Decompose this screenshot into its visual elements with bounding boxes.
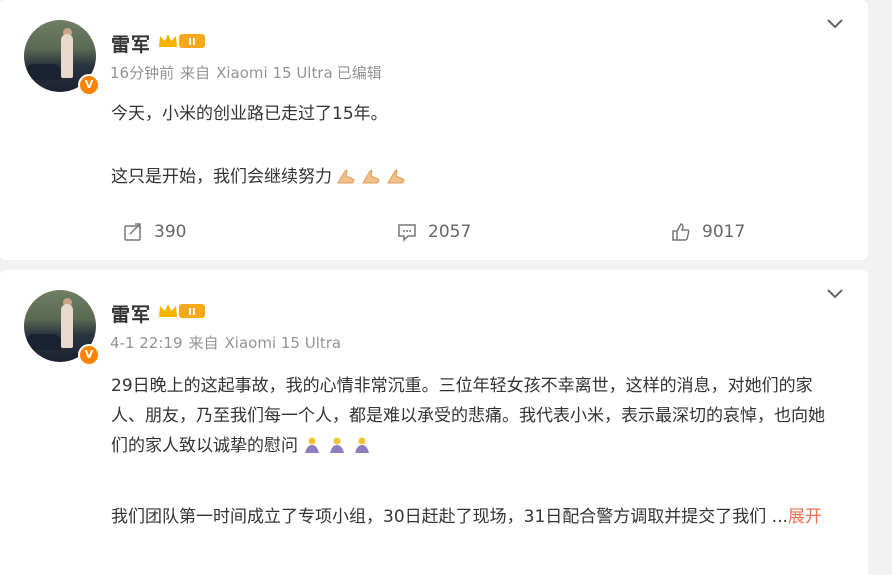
post-text-para-2: 我们团队第一时间成立了专项小组，30日赶赴了现场，31日配合警方调取并提交了我们… [111, 502, 841, 532]
repost-button[interactable]: 390 [122, 218, 186, 246]
thumbs-up-icon [672, 223, 690, 241]
post-text: 我们团队第一时间成立了专项小组，30日赶赴了现场，31日配合警方调取并提交了我们… [111, 507, 788, 527]
author-name[interactable]: 雷军 [111, 30, 151, 57]
source-device[interactable]: Xiaomi 15 Ultra [216, 64, 333, 82]
folded-hands-emoji [337, 169, 355, 184]
post-time[interactable]: 4-1 22:19 [110, 334, 183, 352]
avatar-person [61, 304, 73, 348]
pray-emoji [305, 437, 319, 453]
post-meta: 16分钟前 来自 Xiaomi 15 Ultra 已编辑 [110, 62, 388, 83]
avatar-car [26, 64, 62, 80]
source-device[interactable]: Xiaomi 15 Ultra [225, 334, 342, 352]
chevron-down-icon[interactable] [826, 18, 844, 30]
edited-label[interactable]: 已编辑 [337, 64, 382, 82]
comment-count: 2057 [428, 222, 472, 242]
like-count: 9017 [702, 222, 746, 242]
source-prefix: 来自 [188, 334, 219, 352]
repost-count: 390 [154, 222, 187, 242]
avatar-person [61, 34, 73, 78]
post-text: 这只是开始，我们会继续努力 [111, 167, 332, 187]
folded-hands-emoji [387, 169, 405, 184]
pray-emoji [355, 437, 369, 453]
weibo-post-2: V 雷军 II 4-1 22:19 来自 Xiaomi 15 Ultra 29日晚上… [0, 270, 868, 575]
repost-icon [124, 223, 141, 241]
verified-badge-icon: V [78, 344, 100, 366]
verified-badge-icon: V [78, 74, 100, 96]
comment-icon [398, 224, 416, 242]
chevron-down-icon[interactable] [826, 288, 844, 300]
expand-link[interactable]: 展开 [788, 507, 822, 527]
pray-emoji [330, 437, 344, 453]
post-text-para-2: 这只是开始，我们会继续努力 [111, 162, 841, 192]
comment-button[interactable]: 2057 [396, 218, 471, 246]
like-button[interactable]: 9017 [670, 218, 745, 246]
member-crown-icon[interactable]: II [157, 31, 207, 51]
post-text-para-1: 29日晚上的这起事故，我的心情非常沉重。三位年轻女孩不幸离世，这样的消息，对她们… [111, 371, 841, 461]
post-text: 29日晚上的这起事故，我的心情非常沉重。三位年轻女孩不幸离世，这样的消息，对她们… [111, 376, 825, 456]
author-name[interactable]: 雷军 [111, 300, 151, 327]
post-text-para-1: 今天，小米的创业路已走过了15年。 [111, 104, 388, 124]
level-badge-text: II [188, 307, 195, 318]
folded-hands-emoji [362, 169, 380, 184]
weibo-post-1: V 雷军 II 16分钟前 来自 Xiaomi 15 Ultra 已编辑 今天，小米的… [0, 0, 868, 260]
avatar-car [26, 334, 62, 350]
level-badge-text: II [188, 37, 195, 48]
post-time[interactable]: 16分钟前 [110, 64, 174, 82]
member-crown-icon[interactable]: II [157, 301, 207, 321]
action-bar: 390 2057 9017 [0, 218, 868, 246]
source-prefix: 来自 [180, 64, 211, 82]
post-meta: 4-1 22:19 来自 Xiaomi 15 Ultra [110, 332, 345, 353]
